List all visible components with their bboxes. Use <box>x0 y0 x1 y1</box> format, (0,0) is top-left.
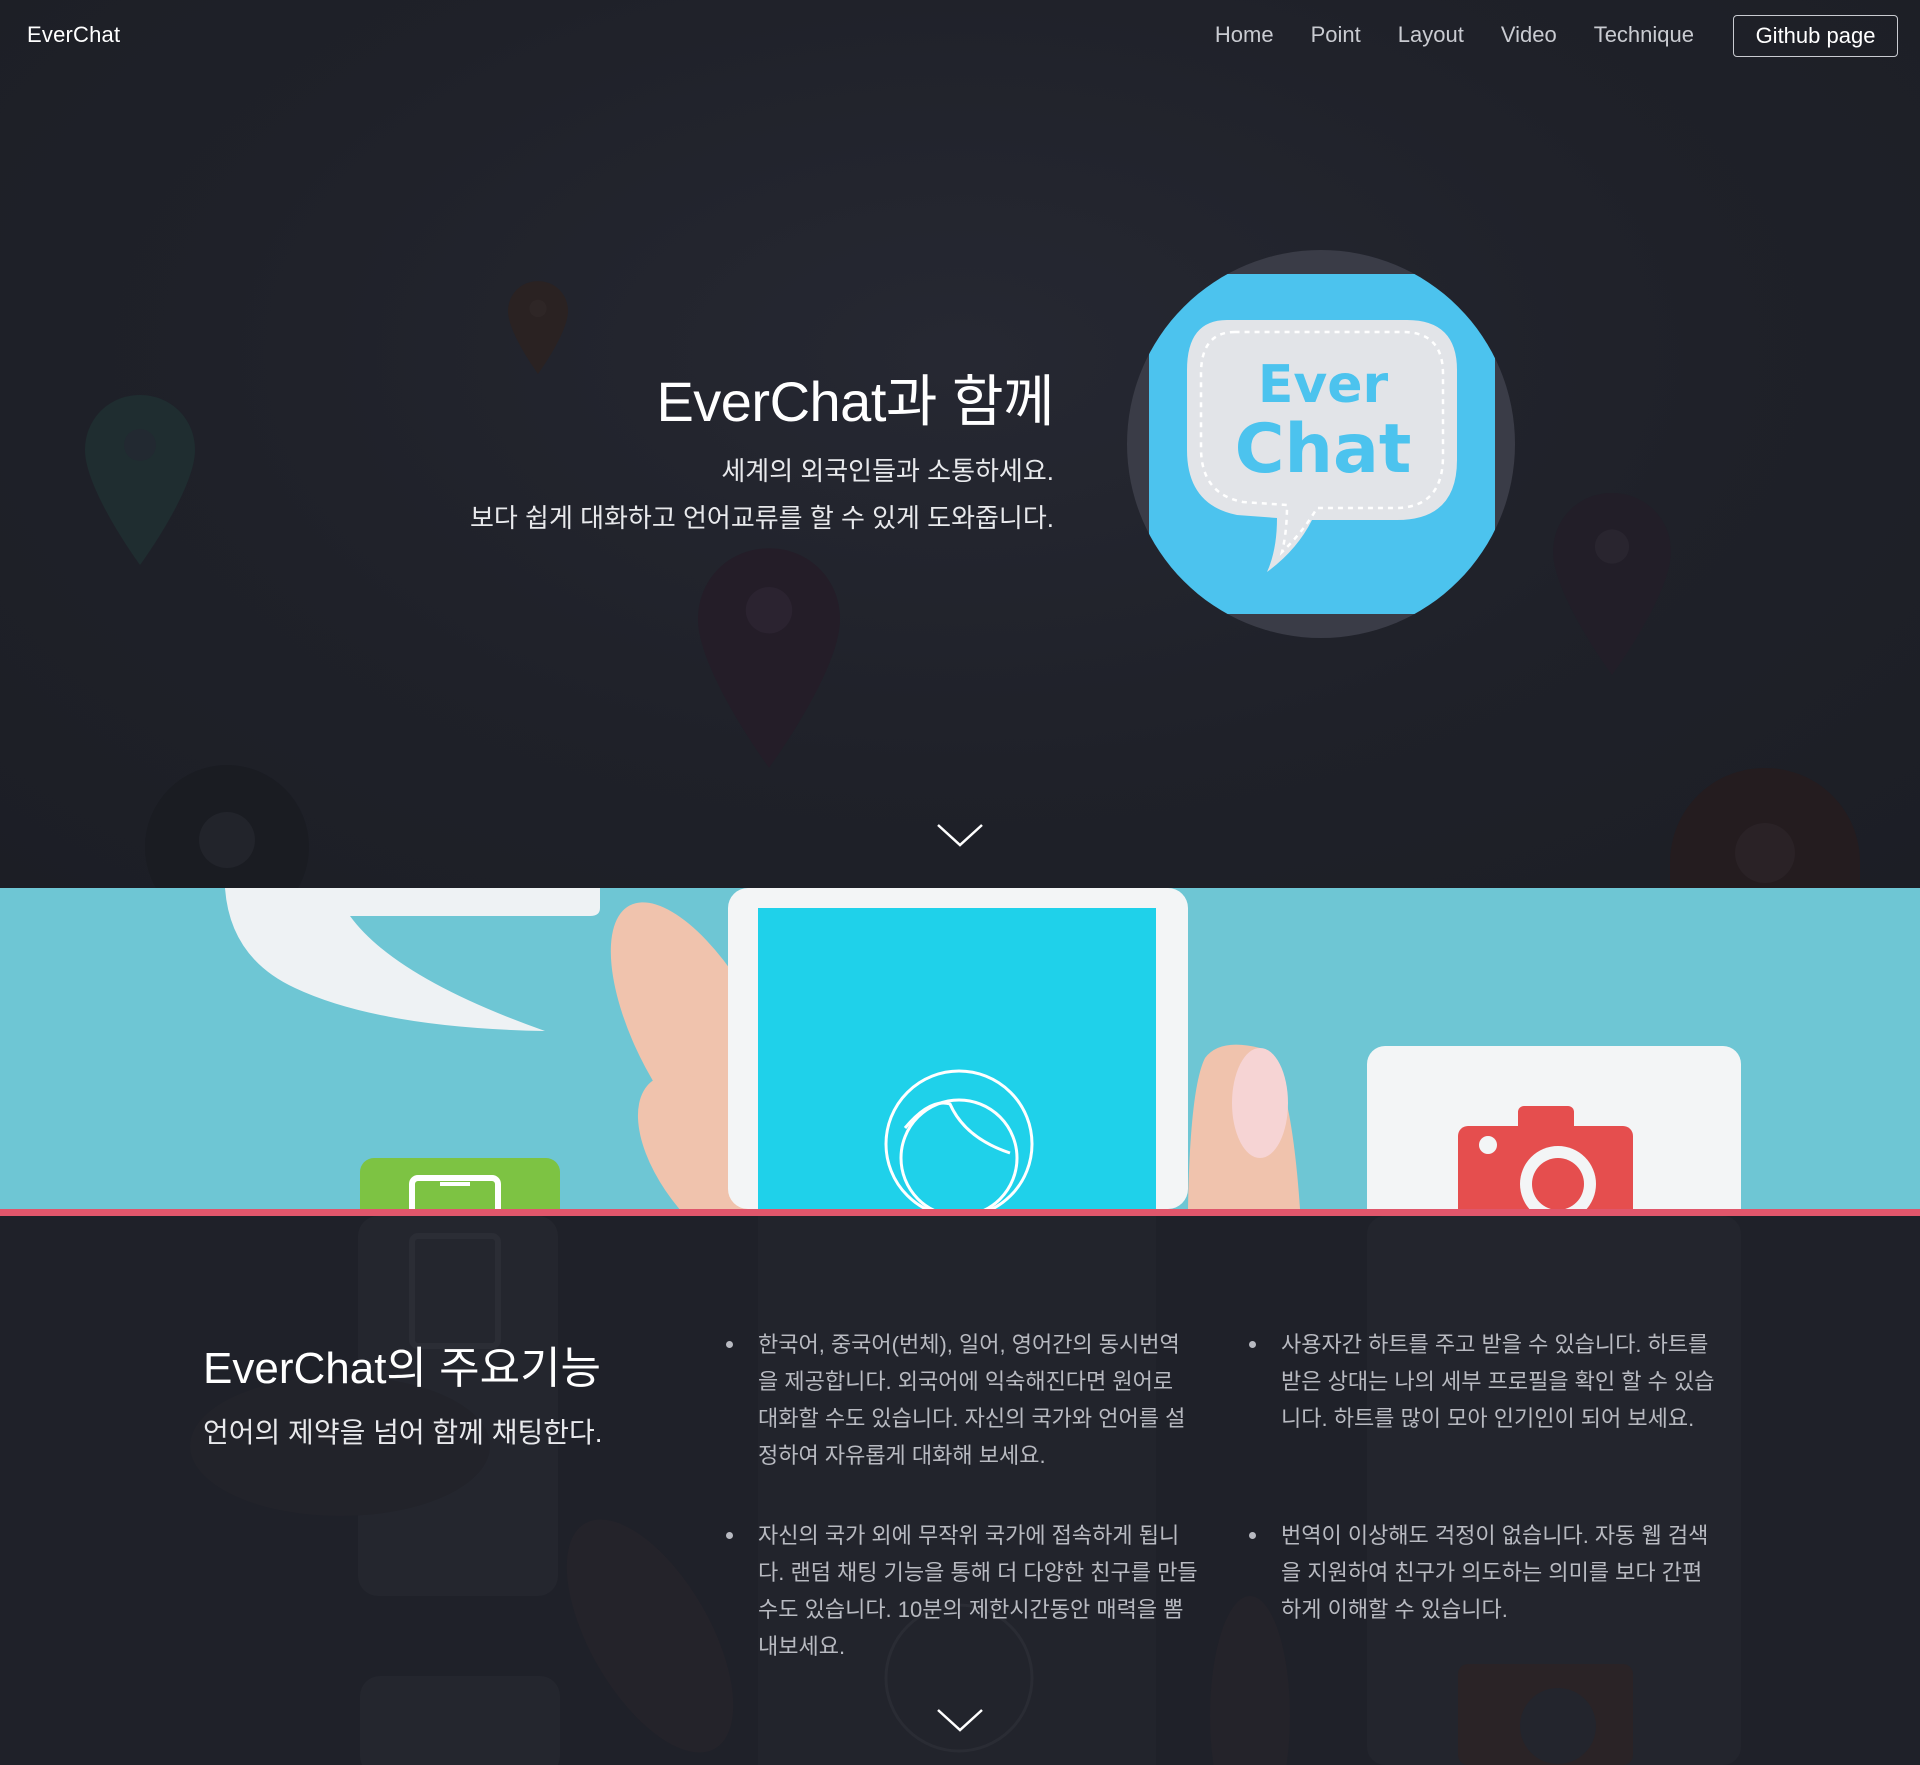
feature-text: 번역이 이상해도 걱정이 없습니다. 자동 웹 검색을 지원하여 친구가 의도하… <box>1281 1523 1709 1622</box>
phone-icon <box>360 1158 560 1209</box>
nav-links: Home Point Layout Video Technique <box>1215 22 1694 48</box>
background-illustration <box>190 1216 1741 1765</box>
feature-text: 자신의 국가 외에 무작위 국가에 접속하게 됩니다. 랜덤 채팅 기능을 통해… <box>758 1523 1198 1659</box>
top-navbar: EverChat Home Point Layout Video Techniq… <box>0 0 1920 74</box>
chevron-down-icon[interactable] <box>936 1707 984 1733</box>
feature-item: 사용자간 하트를 주고 받을 수 있습니다. 하트를 받은 상대는 나의 세부 … <box>1249 1326 1721 1437</box>
map-pin-icon <box>698 548 840 768</box>
speech-bubble-icon: Ever Chat <box>1149 274 1495 614</box>
map-pin-icon <box>145 765 309 888</box>
nav-technique[interactable]: Technique <box>1594 22 1694 48</box>
bullet <box>1249 1341 1256 1348</box>
nav-point[interactable]: Point <box>1311 22 1361 48</box>
map-pin-icon <box>85 395 195 565</box>
feature-text: 한국어, 중국어(번체), 일어, 영어간의 동시번역을 제공합니다. 외국어에… <box>758 1332 1186 1468</box>
bullet <box>1249 1532 1256 1539</box>
bullet <box>726 1532 733 1539</box>
hero-section: EverChat과 함께 세계의 외국인들과 소통하세요. 보다 쉽게 대화하고… <box>0 0 1920 888</box>
map-pin-icon <box>1553 493 1671 675</box>
nav-home[interactable]: Home <box>1215 22 1274 48</box>
chat-illustration <box>225 888 1741 1209</box>
accent-divider <box>0 1209 1920 1216</box>
chevron-down-icon[interactable] <box>936 822 984 848</box>
app-logo: Ever Chat <box>1127 250 1515 638</box>
brand-logo[interactable]: EverChat <box>27 22 120 48</box>
speech-bubble-icon <box>225 888 600 1031</box>
illustration-band <box>0 888 1920 1209</box>
logo-text: Ever <box>1258 355 1389 415</box>
feature-text: 사용자간 하트를 주고 받을 수 있습니다. 하트를 받은 상대는 나의 세부 … <box>1281 1332 1715 1431</box>
map-pin-icon <box>508 281 568 374</box>
bullet <box>726 1341 733 1348</box>
feature-item: 한국어, 중국어(번체), 일어, 영어간의 동시번역을 제공합니다. 외국어에… <box>726 1326 1198 1474</box>
features-subtitle: 언어의 제약을 넘어 함께 채팅한다. <box>203 1417 603 1448</box>
features-title: EverChat의 주요기능 <box>203 1344 602 1393</box>
feature-item: 자신의 국가 외에 무작위 국가에 접속하게 됩니다. 랜덤 채팅 기능을 통해… <box>726 1517 1198 1665</box>
map-pin-icon <box>1670 768 1860 888</box>
features-section: EverChat의 주요기능 언어의 제약을 넘어 함께 채팅한다. 한국어, … <box>0 1216 1920 1765</box>
nav-layout[interactable]: Layout <box>1398 22 1464 48</box>
github-button[interactable]: Github page <box>1733 15 1898 57</box>
feature-item: 번역이 이상해도 걱정이 없습니다. 자동 웹 검색을 지원하여 친구가 의도하… <box>1249 1517 1721 1628</box>
hero-description: 보다 쉽게 대화하고 언어교류를 할 수 있게 도와줍니다. <box>469 503 1054 533</box>
hero-title: EverChat과 함께 <box>656 370 1054 433</box>
hero-description: 세계의 외국인들과 소통하세요. <box>721 456 1054 486</box>
logo-text: Chat <box>1235 410 1412 489</box>
nav-video[interactable]: Video <box>1501 22 1557 48</box>
